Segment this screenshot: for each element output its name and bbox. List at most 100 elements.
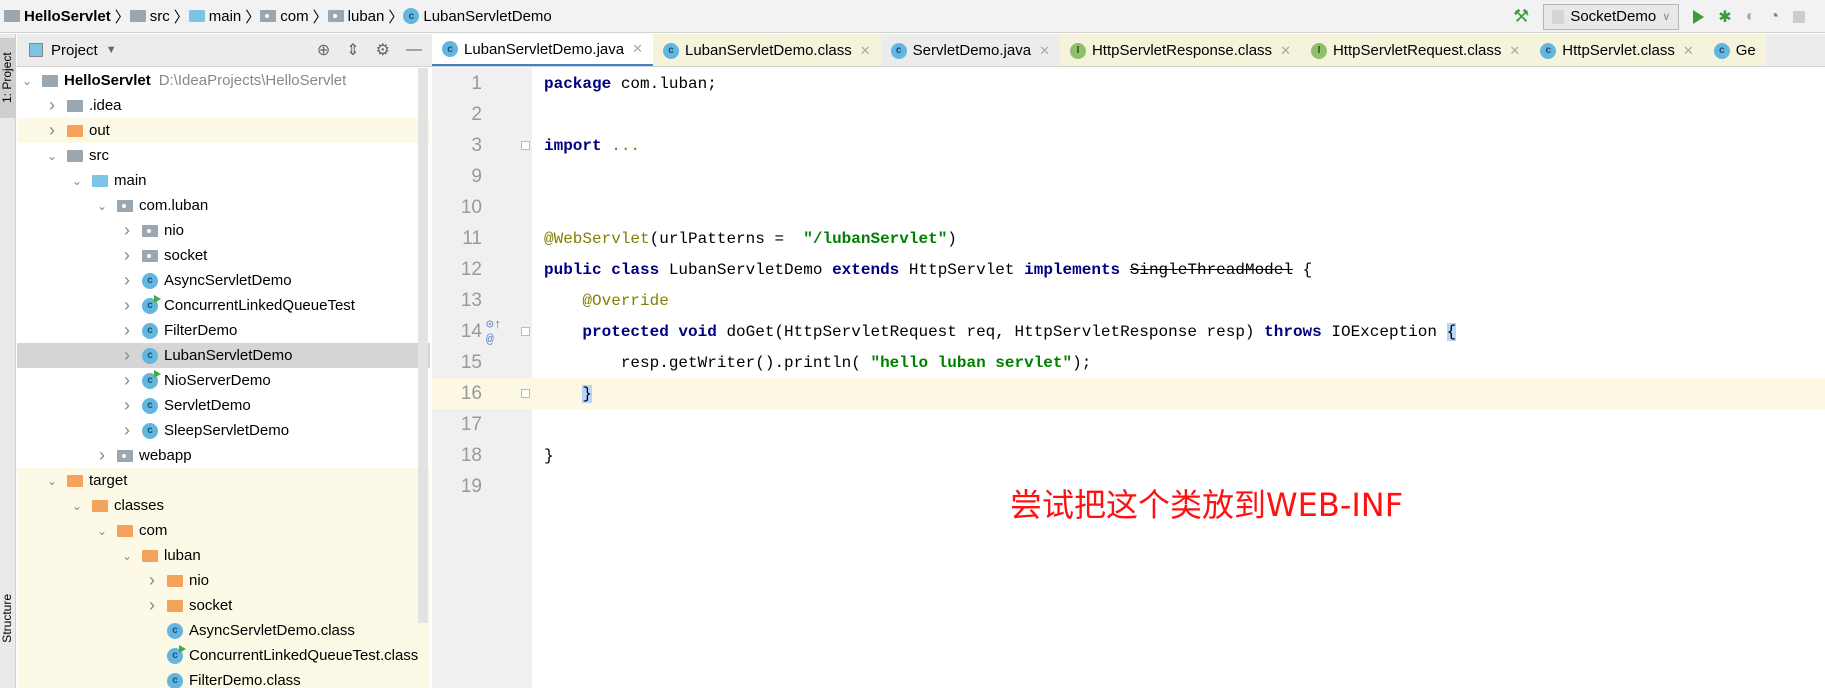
chevron-right-icon[interactable]: › xyxy=(121,320,133,341)
chevron-down-icon[interactable]: ⌄ xyxy=(46,474,58,488)
tree-item[interactable]: › .idea xyxy=(17,93,430,118)
tree-item[interactable]: › c NioServerDemo xyxy=(17,368,430,393)
chevron-right-icon[interactable]: › xyxy=(46,95,58,116)
chevron-down-icon[interactable]: ⌄ xyxy=(21,74,33,88)
tree-item[interactable]: › c SleepServletDemo xyxy=(17,418,430,443)
tree-item[interactable]: ⌄ com xyxy=(17,518,430,543)
fold-icon[interactable] xyxy=(521,327,530,336)
tree-item[interactable]: ⌄ com.luban xyxy=(17,193,430,218)
breadcrumb-item[interactable]: main xyxy=(188,8,241,25)
breadcrumb-item[interactable]: luban xyxy=(327,8,384,25)
tree-item[interactable]: c AsyncServletDemo.class xyxy=(17,618,430,643)
chevron-down-icon[interactable]: ⌄ xyxy=(96,524,108,538)
editor-tab[interactable]: c Ge xyxy=(1703,34,1766,66)
close-tab-icon[interactable]: ✕ xyxy=(860,43,871,59)
tree-item[interactable]: c FilterDemo.class xyxy=(17,668,430,688)
close-tab-icon[interactable]: ✕ xyxy=(1509,43,1520,59)
editor-tab[interactable]: c ServletDemo.java ✕ xyxy=(881,34,1060,66)
code-line[interactable]: 15 resp.getWriter().println( "hello luba… xyxy=(432,347,1825,378)
chevron-right-icon[interactable]: › xyxy=(96,445,108,466)
debug-icon[interactable]: ✱ xyxy=(1718,7,1731,27)
structure-tool-button[interactable]: Structure xyxy=(0,594,16,643)
editor-tab[interactable]: c HttpServlet.class ✕ xyxy=(1530,34,1704,66)
tree-item[interactable]: ⌄ main xyxy=(17,168,430,193)
code-line[interactable]: 9 xyxy=(432,161,1825,192)
chevron-down-icon[interactable]: ⌄ xyxy=(46,149,58,163)
breadcrumb-item[interactable]: HelloServlet xyxy=(4,8,111,25)
close-tab-icon[interactable]: ✕ xyxy=(632,41,643,57)
profile-icon[interactable]: ◔ xyxy=(1769,8,1779,26)
run-configuration-select[interactable]: SocketDemo ∨ xyxy=(1543,3,1680,30)
chevron-right-icon[interactable]: › xyxy=(146,570,158,591)
close-tab-icon[interactable]: ✕ xyxy=(1683,43,1694,59)
chevron-right-icon[interactable]: › xyxy=(121,370,133,391)
code-line[interactable]: 13 @Override xyxy=(432,285,1825,316)
tree-item[interactable]: c ConcurrentLinkedQueueTest.class xyxy=(17,643,430,668)
tree-item[interactable]: ⌄ target xyxy=(17,468,430,493)
coverage-icon[interactable]: ◐ xyxy=(1746,8,1756,26)
tree-item[interactable]: › c LubanServletDemo xyxy=(17,343,430,368)
tree-item[interactable]: › c FilterDemo xyxy=(17,318,430,343)
editor-tab[interactable]: c LubanServletDemo.class ✕ xyxy=(653,34,881,66)
code-line[interactable]: 1 package com.luban; xyxy=(432,68,1825,99)
chevron-down-icon[interactable]: ▼ xyxy=(106,44,117,56)
chevron-right-icon[interactable]: › xyxy=(121,270,133,291)
code-line[interactable]: 2 xyxy=(432,99,1825,130)
editor-tab[interactable]: I HttpServletRequest.class ✕ xyxy=(1300,34,1531,66)
code-line[interactable]: 10 xyxy=(432,192,1825,223)
fold-icon[interactable] xyxy=(521,141,530,150)
project-tool-button[interactable]: 1: Project xyxy=(0,38,16,118)
fold-icon[interactable] xyxy=(521,389,530,398)
locate-icon[interactable]: ⊕ xyxy=(317,40,330,60)
tree-item[interactable]: › out xyxy=(17,118,430,143)
chevron-down-icon[interactable]: ⌄ xyxy=(71,499,83,513)
code-line[interactable]: 14 ⊙↑ @ protected void doGet(HttpServletR… xyxy=(432,316,1825,347)
chevron-right-icon[interactable]: › xyxy=(121,245,133,266)
editor-tab[interactable]: I HttpServletResponse.class ✕ xyxy=(1059,34,1301,66)
editor-tab[interactable]: c LubanServletDemo.java ✕ xyxy=(432,34,653,66)
override-marker-icon[interactable]: ⊙↑ @ xyxy=(486,317,514,347)
chevron-right-icon[interactable]: › xyxy=(46,120,58,141)
code-line[interactable]: 3 import ... xyxy=(432,130,1825,161)
tree-item[interactable]: ⌄ luban xyxy=(17,543,430,568)
tree-scrollbar[interactable] xyxy=(418,68,428,623)
chevron-right-icon[interactable]: › xyxy=(121,220,133,241)
chevron-right-icon[interactable]: › xyxy=(121,345,133,366)
tree-item[interactable]: ⌄ src xyxy=(17,143,430,168)
tree-item[interactable]: ⌄ HelloServlet D:\IdeaProjects\HelloServle… xyxy=(17,68,430,93)
tree-item[interactable]: › socket xyxy=(17,593,430,618)
code-line[interactable]: 11 @WebServlet(urlPatterns = "/lubanServl… xyxy=(432,223,1825,254)
collapse-all-icon[interactable]: ⇕ xyxy=(346,40,359,60)
close-tab-icon[interactable]: ✕ xyxy=(1280,43,1291,59)
tree-item[interactable]: › c ServletDemo xyxy=(17,393,430,418)
code-line[interactable]: 16 } xyxy=(432,378,1825,409)
chevron-down-icon[interactable]: ⌄ xyxy=(96,199,108,213)
breadcrumb-item[interactable]: com xyxy=(260,8,309,25)
code-line[interactable]: 12 public class LubanServletDemo extends … xyxy=(432,254,1825,285)
tree-item[interactable]: › nio xyxy=(17,568,430,593)
chevron-right-icon[interactable]: › xyxy=(121,395,133,416)
chevron-down-icon[interactable]: ⌄ xyxy=(71,174,83,188)
tree-item[interactable]: › c AsyncServletDemo xyxy=(17,268,430,293)
chevron-right-icon[interactable]: › xyxy=(121,420,133,441)
tree-item[interactable]: › webapp xyxy=(17,443,430,468)
run-icon[interactable] xyxy=(1693,9,1705,24)
hide-icon[interactable]: — xyxy=(406,41,422,59)
tree-item[interactable]: ⌄ classes xyxy=(17,493,430,518)
tree-item[interactable]: › c ConcurrentLinkedQueueTest xyxy=(17,293,430,318)
code-editor[interactable]: 1 package com.luban; 2 3 import ... 9 10 11 @Web… xyxy=(432,68,1825,502)
stop-icon[interactable] xyxy=(1793,10,1805,23)
tree-item[interactable]: › socket xyxy=(17,243,430,268)
close-tab-icon[interactable]: ✕ xyxy=(1039,43,1050,59)
code-line[interactable]: 18} xyxy=(432,440,1825,471)
code-line[interactable]: 17 xyxy=(432,409,1825,440)
breadcrumb-item[interactable]: src xyxy=(129,8,170,25)
chevron-right-icon[interactable]: › xyxy=(121,295,133,316)
tree-item[interactable]: › nio xyxy=(17,218,430,243)
project-view-select[interactable]: Project xyxy=(51,42,98,59)
build-hammer-icon[interactable]: ⚒ xyxy=(1513,6,1529,27)
gear-icon[interactable]: ⚙ xyxy=(376,40,390,60)
chevron-right-icon[interactable]: › xyxy=(146,595,158,616)
breadcrumb-item[interactable]: c LubanServletDemo xyxy=(403,8,552,25)
chevron-down-icon[interactable]: ⌄ xyxy=(121,549,133,563)
